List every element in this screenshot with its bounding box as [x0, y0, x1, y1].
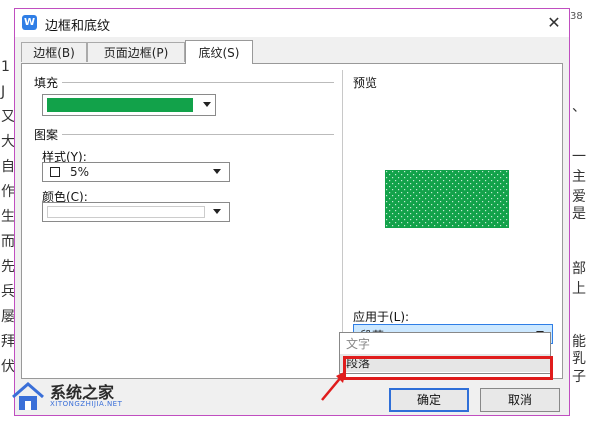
chevron-down-icon: [203, 102, 211, 107]
document-char: 而: [1, 234, 15, 250]
fill-heading: 填充: [34, 76, 59, 90]
document-char: 1: [1, 59, 10, 75]
pattern-swatch-icon: [50, 167, 60, 177]
document-char: 拜: [1, 334, 15, 350]
borders-shading-dialog: W 边框和底纹 ✕ 边框(B) 页面边框(P) 底纹(S) 填充 图案 样式(Y…: [14, 8, 570, 416]
cancel-button[interactable]: 取消: [480, 388, 560, 412]
document-char: 自: [1, 159, 15, 175]
document-char: 是: [572, 206, 586, 222]
dialog-title: 边框和底纹: [45, 19, 111, 34]
house-logo-icon: [12, 382, 44, 410]
document-char: 屡: [1, 309, 15, 325]
site-watermark: 系统之家 XITONGZHIJIA.NET: [10, 377, 160, 417]
preview-shading-sample: [385, 170, 509, 228]
watermark-url: XITONGZHIJIA.NET: [50, 400, 123, 408]
pattern-color-swatch: [47, 206, 205, 218]
document-char: 能: [572, 334, 586, 350]
document-char: 乳: [572, 351, 586, 367]
tab-shading[interactable]: 底纹(S): [185, 40, 253, 64]
tab-borders[interactable]: 边框(B): [21, 42, 87, 62]
document-char: 一: [572, 149, 586, 165]
document-char: 大: [1, 134, 15, 150]
document-char: 、: [572, 99, 586, 115]
apply-to-label: 应用于(L):: [353, 310, 410, 324]
document-char: 伏: [1, 359, 15, 375]
document-char: 爱: [572, 189, 586, 205]
ruler-number: 38: [570, 11, 583, 22]
preview-heading: 预览: [353, 76, 378, 90]
pattern-heading: 图案: [34, 128, 59, 142]
section-separator: [342, 70, 343, 372]
tab-page-borders[interactable]: 页面边框(P): [87, 42, 185, 62]
fill-color-swatch: [47, 98, 193, 112]
chevron-down-icon: [213, 209, 221, 214]
option-text[interactable]: 文字: [340, 335, 550, 353]
document-char: 主: [572, 169, 586, 185]
close-icon[interactable]: ✕: [543, 12, 565, 34]
document-char: 作: [1, 184, 15, 200]
pattern-color-dropdown[interactable]: [42, 202, 230, 222]
chevron-down-icon: [213, 169, 221, 174]
document-char: 先: [1, 259, 15, 275]
fill-divider: [62, 82, 334, 83]
red-arrow-icon: [321, 371, 346, 401]
document-char: 又: [1, 109, 15, 125]
style-value: 5%: [70, 165, 90, 179]
document-char: J: [1, 84, 6, 100]
document-char: 生: [1, 209, 15, 225]
ok-button[interactable]: 确定: [389, 388, 469, 412]
wps-writer-icon: W: [22, 15, 37, 30]
document-char: 上: [572, 281, 586, 297]
document-char: 部: [572, 261, 586, 277]
highlight-box: [343, 356, 553, 380]
document-char: 子: [572, 369, 586, 385]
document-char: 兵: [1, 284, 15, 300]
fill-color-dropdown[interactable]: [42, 94, 216, 116]
style-dropdown[interactable]: 5%: [42, 162, 230, 182]
title-bar: W 边框和底纹 ✕: [15, 9, 569, 37]
pattern-divider: [62, 134, 334, 135]
